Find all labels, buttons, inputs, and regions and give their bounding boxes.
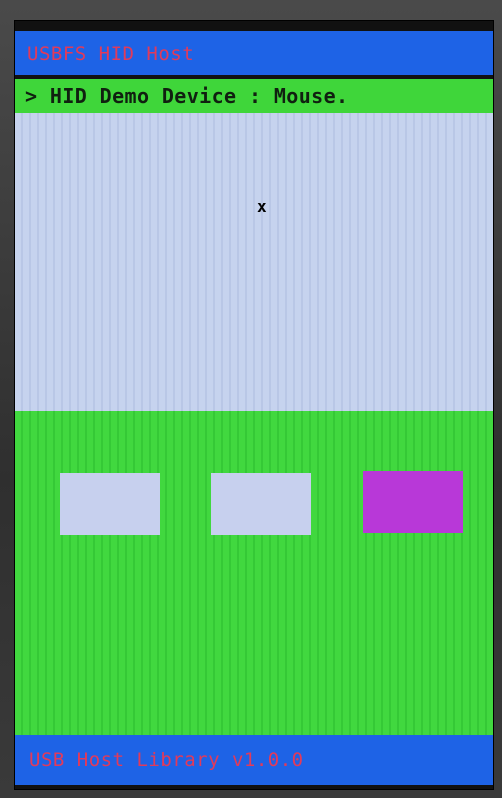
footer-text: USB Host Library v1.0.0 — [29, 749, 304, 771]
left-mouse-button[interactable] — [60, 473, 160, 535]
mouse-buttons-area — [15, 411, 493, 735]
right-mouse-button[interactable] — [363, 471, 463, 533]
status-text: > HID Demo Device : Mouse. — [25, 84, 349, 108]
mouse-cursor-icon: x — [257, 197, 267, 216]
title-bar: USBFS HID Host — [15, 31, 493, 75]
mouse-area[interactable]: x — [15, 113, 493, 411]
status-bar: > HID Demo Device : Mouse. — [15, 79, 493, 113]
middle-mouse-button[interactable] — [211, 473, 311, 535]
app-title: USBFS HID Host — [27, 43, 195, 65]
lcd-screen: USBFS HID Host > HID Demo Device : Mouse… — [14, 20, 494, 790]
footer-bar: USB Host Library v1.0.0 — [15, 735, 493, 785]
